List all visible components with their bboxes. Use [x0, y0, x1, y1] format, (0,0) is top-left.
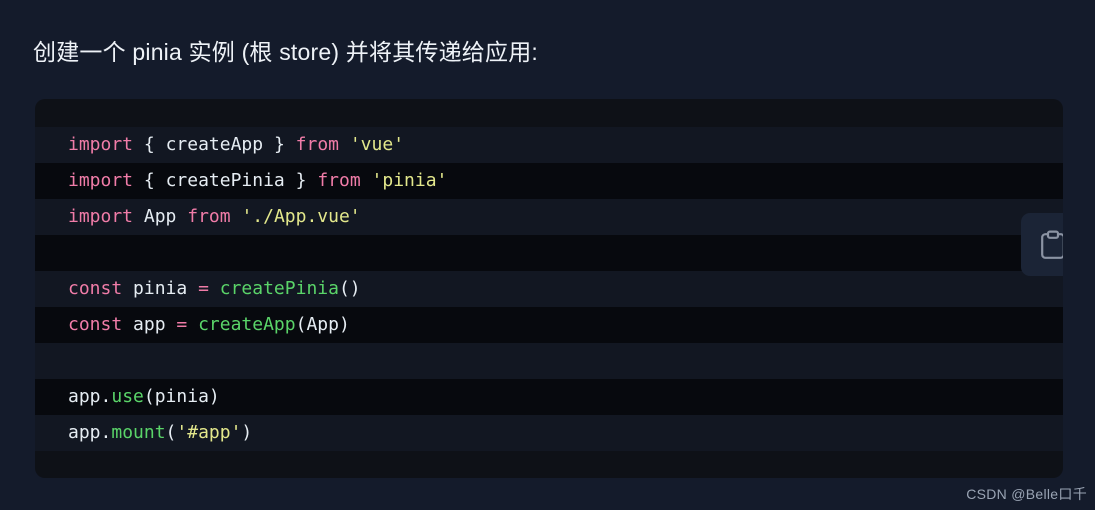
code-token: mount: [111, 422, 166, 443]
code-token: pinia: [154, 386, 209, 407]
code-token: (: [143, 386, 155, 407]
code-token: import: [68, 206, 134, 227]
code-token: ): [338, 314, 350, 335]
code-token: .: [100, 386, 112, 407]
code-token: createApp: [165, 134, 264, 155]
code-token: const: [68, 314, 123, 335]
code-token: '#app': [176, 422, 242, 443]
code-token: App: [306, 314, 339, 335]
code-token: {: [143, 170, 155, 191]
page-root: 创建一个 pinia 实例 (根 store) 并将其传递给应用: import…: [0, 0, 1095, 510]
code-token: .: [100, 422, 112, 443]
code-token: }: [295, 170, 307, 191]
code-token: =: [176, 314, 188, 335]
code-token: from: [187, 206, 231, 227]
code-token: 'vue': [349, 134, 405, 155]
code-line: [35, 343, 1063, 379]
code-token: app: [133, 314, 166, 335]
code-line: app.mount('#app'): [35, 415, 1063, 451]
page-title: 创建一个 pinia 实例 (根 store) 并将其传递给应用:: [33, 39, 538, 65]
code-line: import { createApp } from 'vue': [35, 127, 1063, 163]
code-token: createApp: [198, 314, 296, 335]
code-token: ): [241, 422, 253, 443]
code-token: './App.vue': [241, 206, 361, 227]
code-line: const pinia = createPinia(): [35, 271, 1063, 307]
watermark-text: CSDN @Belle口千: [966, 486, 1087, 502]
code-token: App: [143, 206, 177, 227]
code-token: use: [111, 386, 144, 407]
code-line: const app = createApp(App): [35, 307, 1063, 343]
code-token: app: [68, 386, 101, 407]
code-token: pinia: [133, 278, 188, 299]
copy-code-button[interactable]: [1021, 213, 1063, 276]
code-token: import: [68, 134, 134, 155]
code-token: const: [68, 278, 123, 299]
clipboard-icon: [1040, 230, 1063, 260]
code-token: (): [338, 278, 361, 299]
code-line: import App from './App.vue': [35, 199, 1063, 235]
code-line: import { createPinia } from 'pinia': [35, 163, 1063, 199]
code-token: }: [273, 134, 285, 155]
code-token: createPinia: [165, 170, 285, 191]
code-line: app.use(pinia): [35, 379, 1063, 415]
code-token: ): [208, 386, 220, 407]
code-token: createPinia: [219, 278, 339, 299]
code-block: import { createApp } from 'vue' import { …: [35, 99, 1063, 478]
code-token: (: [295, 314, 307, 335]
code-token: {: [143, 134, 155, 155]
code-token: app: [68, 422, 101, 443]
code-token: from: [317, 170, 361, 191]
code-token: =: [198, 278, 209, 299]
code-token: 'pinia': [371, 170, 448, 191]
code-lines-container: import { createApp } from 'vue' import { …: [35, 99, 1063, 451]
code-token: from: [295, 134, 339, 155]
code-token: import: [68, 170, 134, 191]
code-line: [35, 235, 1063, 271]
code-token: (: [165, 422, 177, 443]
